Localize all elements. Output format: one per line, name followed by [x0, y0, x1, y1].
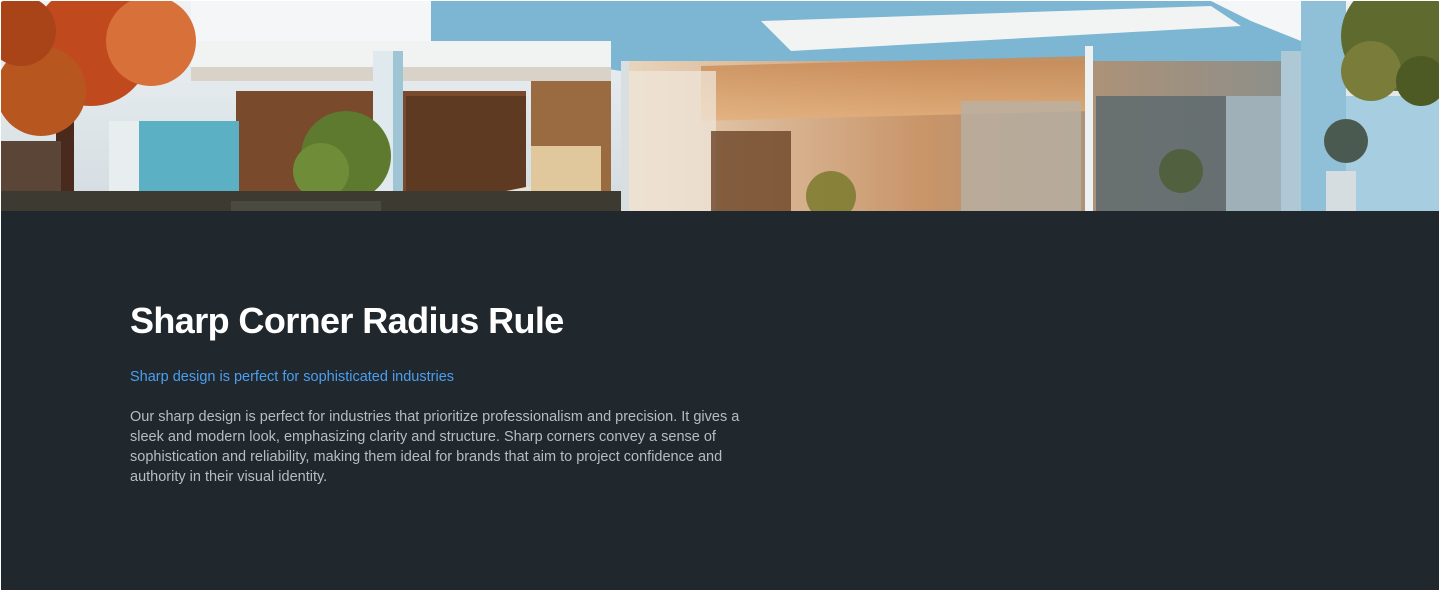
content-section: Sharp Corner Radius Rule Sharp design is… — [130, 297, 770, 487]
modern-house-illustration — [1, 1, 1439, 211]
hero-image — [1, 1, 1439, 211]
section-body: Our sharp design is perfect for industri… — [130, 409, 740, 485]
page: Sharp Corner Radius Rule Sharp design is… — [1, 1, 1439, 590]
section-title: Sharp Corner Radius Rule — [130, 300, 564, 341]
section-subtitle: Sharp design is perfect for sophisticate… — [130, 369, 455, 385]
